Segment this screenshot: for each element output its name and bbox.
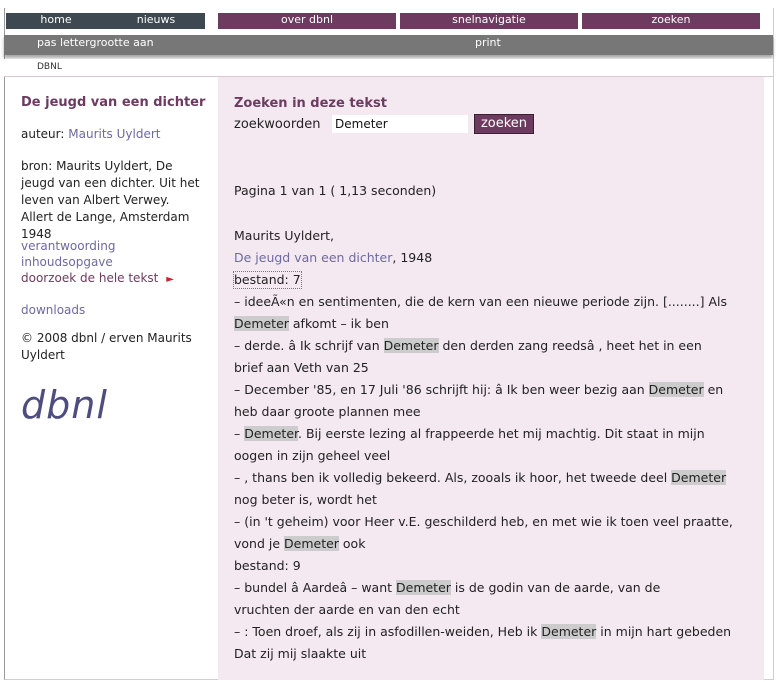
search-hit: Demeter bbox=[541, 624, 597, 639]
author-label: auteur: bbox=[21, 127, 65, 141]
print-link[interactable]: print bbox=[475, 35, 501, 50]
font-size-link[interactable]: pas lettergrootte aan bbox=[37, 35, 154, 50]
snippet-line: – derde. â Ik schrijf van Demeter den de… bbox=[234, 338, 702, 353]
author-link[interactable]: Maurits Uyldert bbox=[68, 127, 160, 141]
search-hit: Demeter bbox=[396, 580, 451, 595]
nav-snelnavigatie-label: snelnavigatie bbox=[452, 13, 526, 26]
nav-over-dbnl-label: over dbnl bbox=[280, 13, 334, 26]
snippet-line: vruchten der aarde en van den echt bbox=[234, 602, 460, 617]
nav-zoeken[interactable]: zoeken bbox=[582, 13, 760, 29]
breadcrumb-dbnl[interactable]: DBNL bbox=[37, 62, 62, 72]
snippet-line: heb daar groote plannen mee bbox=[234, 404, 421, 419]
author-line: auteur: Maurits Uyldert bbox=[21, 126, 160, 143]
breadcrumb: DBNL bbox=[4, 59, 773, 77]
search-hit: Demeter bbox=[234, 316, 289, 331]
nav-nieuws-link[interactable]: nieuws bbox=[126, 13, 186, 29]
snippet-line: Demeter afkomt – ik ben bbox=[234, 316, 389, 331]
result-file-7-link[interactable]: bestand: 7 bbox=[233, 271, 302, 289]
search-hit: Demeter bbox=[284, 536, 339, 551]
book-title: De jeugd van een dichter bbox=[21, 95, 206, 110]
search-heading: Zoeken in deze tekst bbox=[234, 96, 387, 111]
snippet-line: Dat zij mij slaakte uit bbox=[234, 646, 367, 661]
snippet-line: – ideeÃ«n en sentimenten, die de kern va… bbox=[234, 294, 727, 309]
search-label: zoekwoorden bbox=[234, 117, 321, 132]
downloads-link[interactable]: downloads bbox=[21, 302, 85, 319]
result-year: , 1948 bbox=[392, 250, 433, 265]
snippet-line: – , thans ben ik volledig bekeerd. Als, … bbox=[234, 470, 727, 485]
snippet-line: – December '85, en 17 Juli '86 schrijft … bbox=[234, 382, 724, 397]
result-file-9-link[interactable]: bestand: 9 bbox=[234, 558, 301, 574]
verantwoording-link[interactable]: verantwoording bbox=[21, 238, 115, 255]
main-content: Zoeken in deze tekst zoekwoorden zoeken … bbox=[218, 77, 764, 680]
inhoudsopgave-link[interactable]: inhoudsopgave bbox=[21, 254, 113, 271]
pagination-text: Pagina 1 van 1 ( 1,13 seconden) bbox=[234, 183, 437, 198]
arrow-right-icon: ► bbox=[166, 274, 174, 285]
snippet-line: – bundel â Aardeâ – want Demeter is de g… bbox=[234, 580, 661, 595]
dbnl-logo: dbnl bbox=[21, 383, 108, 427]
search-hit: Demeter bbox=[648, 382, 704, 397]
nav-home-link[interactable]: home bbox=[30, 13, 82, 29]
snippet-line: – Demeter. Bij eerste lezing al frappeer… bbox=[234, 426, 705, 441]
search-hit: Demeter bbox=[383, 338, 439, 353]
nav-zoeken-label: zoeken bbox=[651, 13, 691, 26]
doorzoek-link[interactable]: doorzoek de hele tekst ► bbox=[21, 270, 174, 288]
snippet-line: vond je Demeter ook bbox=[234, 536, 366, 551]
snippet-line: brief aan Veth van 25 bbox=[234, 360, 369, 375]
search-input[interactable] bbox=[332, 115, 468, 133]
snippet-line: oogen in zijn geheel veel bbox=[234, 448, 391, 463]
nav-snelnavigatie[interactable]: snelnavigatie bbox=[400, 13, 578, 29]
result-author-link[interactable]: Maurits Uyldert, bbox=[234, 228, 334, 244]
result-book-line: De jeugd van een dichter, 1948 bbox=[234, 250, 432, 266]
toolbar: pas lettergrootte aan print bbox=[4, 35, 773, 55]
nav-over-dbnl[interactable]: over dbnl bbox=[218, 13, 396, 29]
search-hit: Demeter bbox=[244, 426, 299, 441]
snippet-line: nog beter is, wordt het bbox=[234, 492, 377, 507]
snippet-line: – (in 't geheim) voor Heer v.E. geschild… bbox=[234, 514, 733, 529]
result-book-link[interactable]: De jeugd van een dichter bbox=[234, 250, 392, 265]
snippet-line: – : Toen droef, als zij in asfodillen-we… bbox=[234, 624, 732, 639]
search-hit: Demeter bbox=[671, 470, 727, 485]
search-button[interactable]: zoeken bbox=[474, 114, 534, 134]
copyright-text: © 2008 dbnl / erven Maurits Uyldert bbox=[21, 331, 192, 362]
doorzoek-label: doorzoek de hele tekst bbox=[21, 271, 159, 285]
source-text: bron: Maurits Uyldert, De jeugd van een … bbox=[21, 159, 200, 241]
